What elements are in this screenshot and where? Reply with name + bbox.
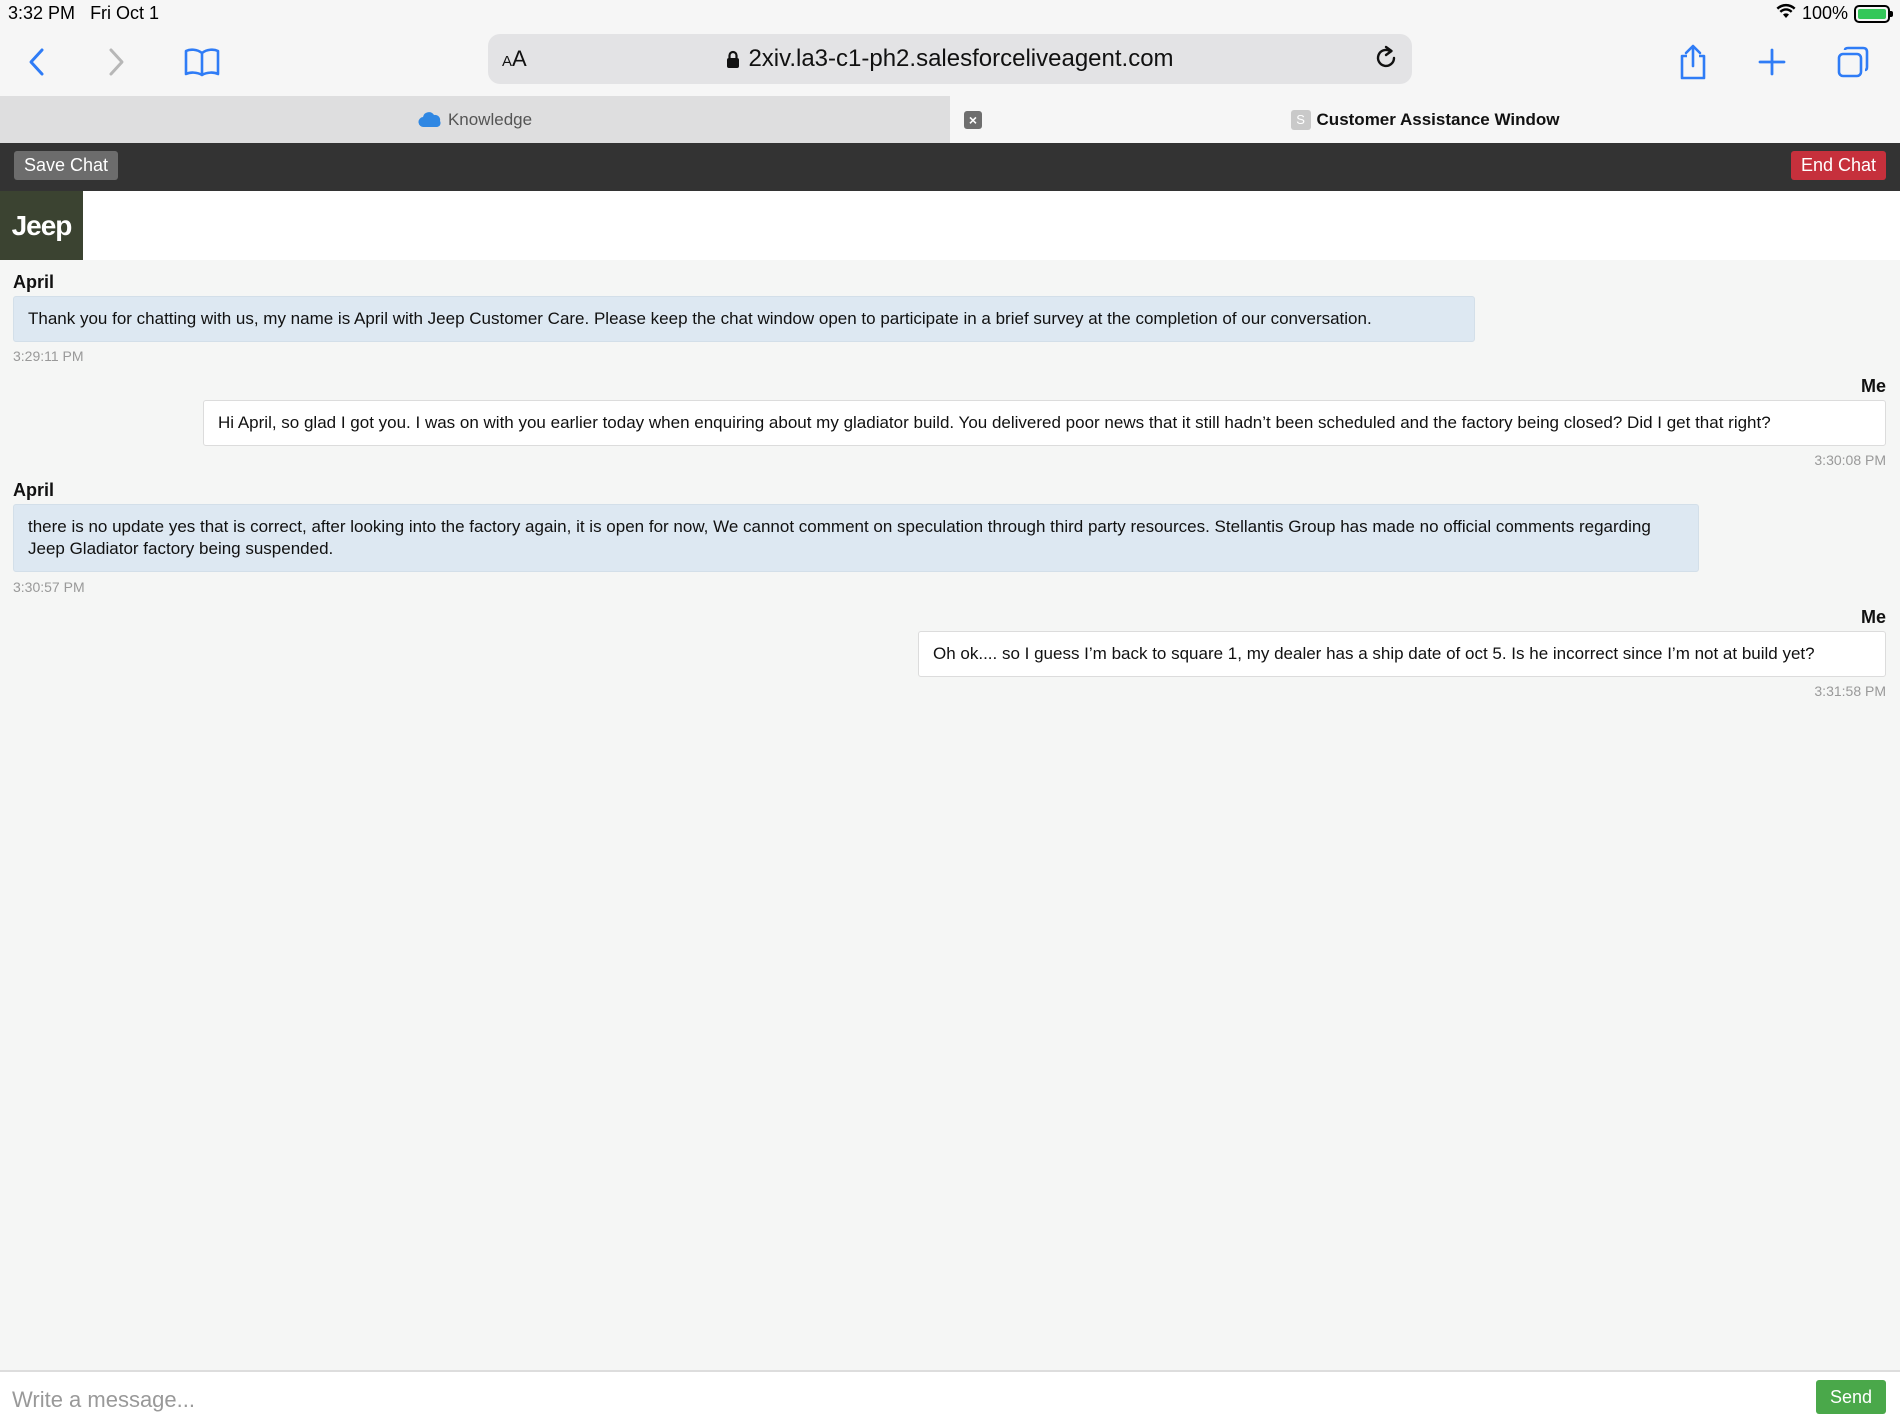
status-time: 3:32 PM Fri Oct 1 [8,3,160,23]
salesforce-cloud-icon [418,111,442,128]
bookmarks-icon[interactable] [182,42,222,82]
tab-bar: Knowledge × S Customer Assistance Window [0,96,1900,143]
sender-name: Me [1860,607,1886,627]
tab-label: Knowledge [447,109,533,129]
browser-toolbar: AA 2xiv.la3-c1-ph2.salesforceliveagent.c… [0,28,1900,96]
status-bar: 3:32 PM Fri Oct 1 100% [0,0,1900,28]
address-bar[interactable]: AA 2xiv.la3-c1-ph2.salesforceliveagent.c… [488,34,1412,84]
url-text[interactable]: 2xiv.la3-c1-ph2.salesforceliveagent.com [488,45,1412,75]
share-icon[interactable] [1673,42,1713,82]
reload-icon[interactable] [1372,44,1400,77]
tab-label: Customer Assistance Window [1316,109,1560,129]
jeep-logo: Jeep [0,191,83,260]
send-button[interactable]: Send [1815,1380,1886,1414]
end-chat-button[interactable]: End Chat [1790,151,1886,180]
message-time: 3:29:11 PM [13,348,84,364]
chat-header: Save Chat End Chat [0,143,1900,191]
message-input[interactable] [12,1382,1792,1418]
tab-favicon: S [1290,109,1311,130]
battery-percent: 100% [1801,3,1848,23]
message-bubble: there is no update yes that is correct, … [13,504,1699,572]
message-time: 3:30:57 PM [13,579,85,595]
tabs-overview-icon[interactable] [1833,42,1873,82]
new-tab-icon[interactable] [1752,42,1792,82]
sender-name: Me [1860,376,1886,396]
message-time: 3:30:08 PM [1814,452,1886,468]
wifi-icon [1776,3,1796,24]
status-right: 100% [1776,3,1893,24]
message-time: 3:31:58 PM [1814,683,1886,699]
chat-transcript: April Thank you for chatting with us, my… [0,260,1900,1370]
sender-name: April [13,480,55,500]
message-bubble: Thank you for chatting with us, my name … [13,296,1475,342]
battery-icon [1854,4,1893,23]
tab-knowledge[interactable]: Knowledge [0,96,950,143]
message-bubble: Hi April, so glad I got you. I was on wi… [203,400,1886,446]
lock-icon [726,47,740,75]
message-composer: Send [0,1370,1900,1425]
save-chat-button[interactable]: Save Chat [14,151,119,180]
brand-bar: Jeep [0,191,1900,260]
close-tab-icon[interactable]: × [964,111,982,129]
forward-icon[interactable] [96,42,136,82]
back-icon[interactable] [17,42,57,82]
message-bubble: Oh ok.... so I guess I’m back to square … [918,631,1886,677]
tab-customer-assistance[interactable]: × S Customer Assistance Window [950,96,1900,143]
sender-name: April [13,272,55,292]
agent-message: April [13,272,54,293]
